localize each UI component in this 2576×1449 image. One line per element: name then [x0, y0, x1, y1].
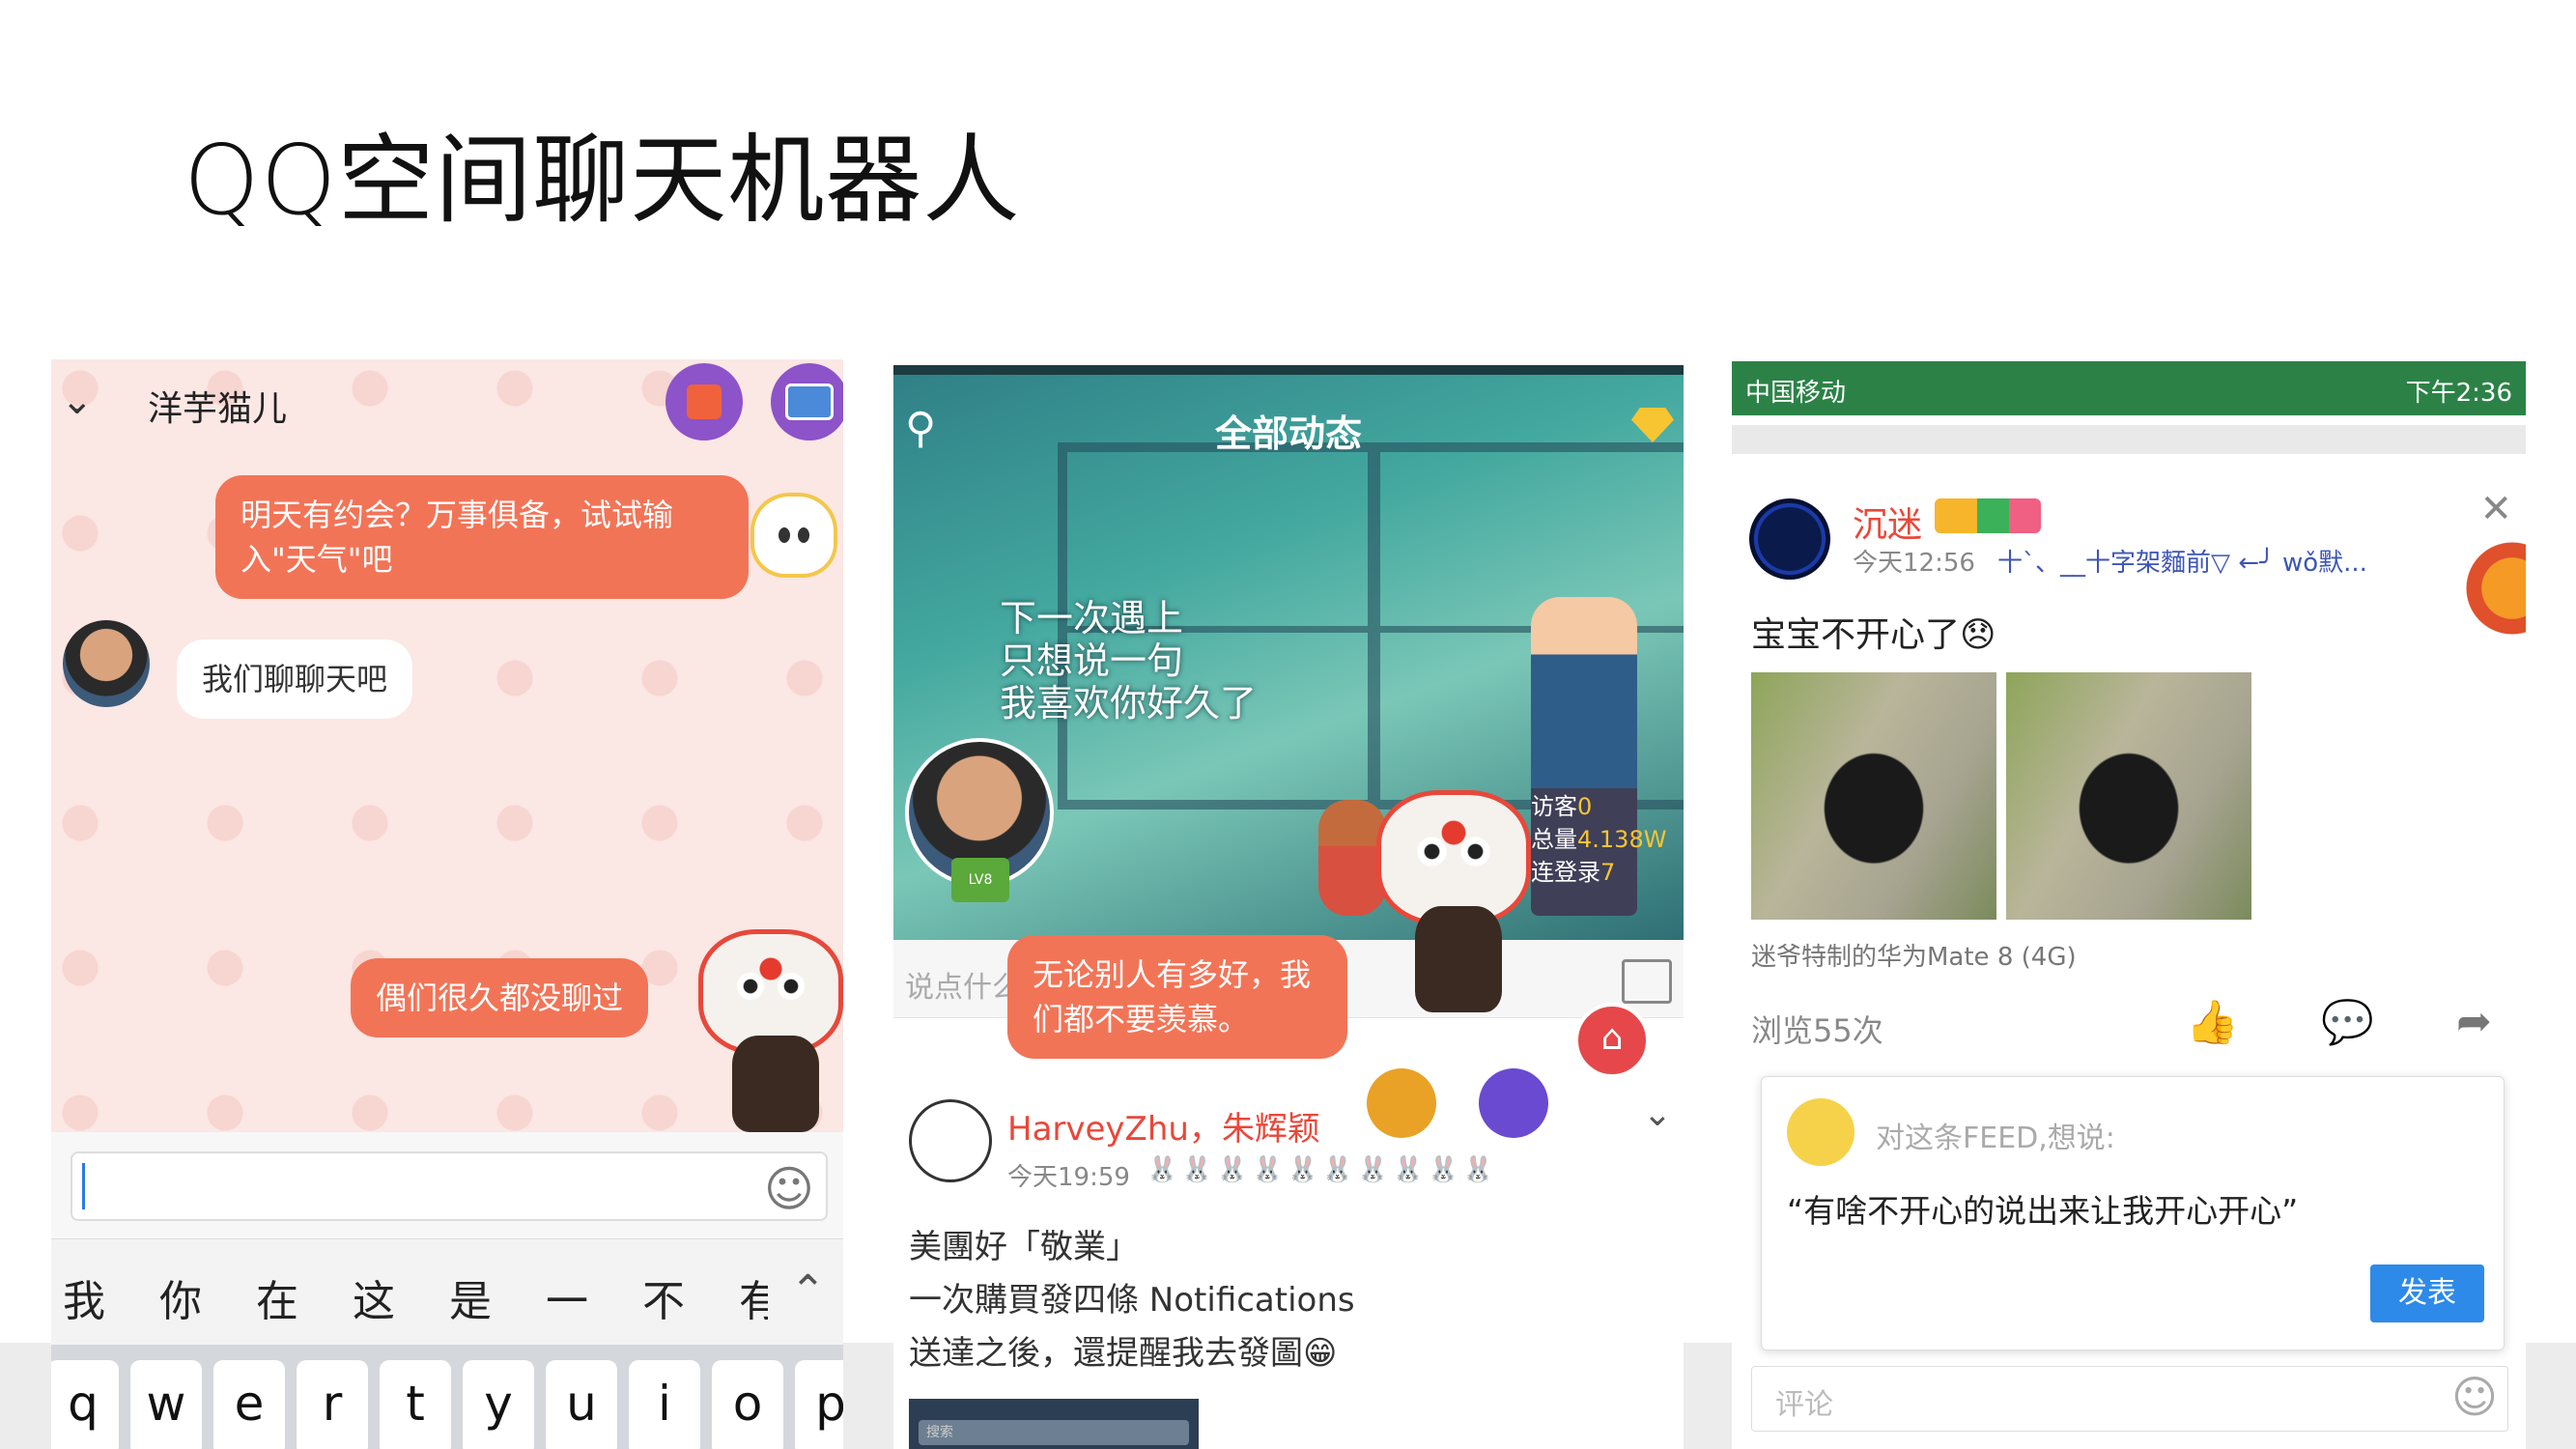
- camera-icon: [785, 384, 834, 420]
- post-photo[interactable]: [1751, 672, 1996, 920]
- camera-button[interactable]: [771, 363, 843, 440]
- page-title: 全部动态: [1214, 412, 1362, 455]
- post-photo[interactable]: [2006, 672, 2251, 920]
- cover-banner: ⚲ 全部动态 下一次遇上 只想说一句 我喜欢你好久了 访客0 总量4.138W …: [893, 365, 1684, 940]
- mascot-body: [732, 1036, 819, 1132]
- popup-suggestion[interactable]: “有啥不开心的说出来让我开心开心”: [1787, 1185, 2298, 1232]
- author-name[interactable]: 沉迷: [1853, 497, 1922, 547]
- status-bar: [893, 365, 1684, 375]
- key-p[interactable]: p: [795, 1360, 843, 1449]
- phone-chat-screen: ⌄ 洋芋猫儿 明天有约会？万事俱备，试试输入"天气"吧 我们聊聊天吧 偶们很久都…: [51, 359, 843, 1449]
- comment-input[interactable]: 评论 ☺: [1751, 1366, 2508, 1432]
- visitor-stats: 访客0 总量4.138W 连登录7: [1531, 793, 1667, 886]
- key-i[interactable]: i: [629, 1360, 700, 1449]
- feed-text-line: 送達之後，還提醒我去發圖😁: [909, 1334, 1338, 1373]
- decorative-leaf: [2458, 535, 2526, 641]
- contact-name: 洋芋猫儿: [148, 389, 288, 429]
- comment-icon[interactable]: 💬: [2321, 997, 2374, 1047]
- album-icon: [687, 384, 722, 419]
- key-q[interactable]: q: [51, 1360, 119, 1449]
- feed-time: 今天19:59: [1007, 1163, 1130, 1192]
- emoji-icon[interactable]: ☺: [2451, 1371, 2498, 1423]
- level-badge: LV8: [951, 858, 1009, 902]
- comment-placeholder: 评论: [1775, 1388, 1833, 1422]
- close-icon[interactable]: ✕: [2479, 487, 2512, 531]
- post-time: 今天12:56: [1853, 549, 1975, 578]
- key-y[interactable]: y: [463, 1360, 534, 1449]
- popup-placeholder: 对这条FEED,想说:: [1876, 1122, 2115, 1155]
- phone-feed-detail-screen: 中国移动 下午2:36 沉迷 ✕ 今天12:56 十`、__十字架麵前▽ ←╯ …: [1732, 361, 2526, 1449]
- chevron-down-icon[interactable]: ⌄: [1643, 1094, 1672, 1134]
- key-o[interactable]: o: [712, 1360, 783, 1449]
- image-icon[interactable]: [1622, 959, 1672, 1004]
- user-message-bubble: 我们聊聊天吧: [177, 639, 413, 719]
- candidate-bar: 我 你 在 这 是 一 不 有 ⌃: [51, 1238, 843, 1346]
- candidate-word[interactable]: 你: [159, 1266, 202, 1328]
- slide-title: QQ空间聊天机器人: [184, 124, 1021, 237]
- share-icon[interactable]: ➦: [2456, 997, 2492, 1046]
- user-avatar[interactable]: [63, 620, 150, 707]
- comment-popup: 对这条FEED,想说: “有啥不开心的说出来让我开心开心” 发表: [1761, 1076, 2505, 1350]
- bot-avatar-cat: [750, 493, 837, 578]
- text-caret: [82, 1163, 85, 1209]
- home-icon[interactable]: ⌂: [1574, 1003, 1650, 1078]
- album-button[interactable]: [665, 363, 743, 440]
- status-time: 下午2:36: [2405, 379, 2512, 408]
- bot-message-bubble: 无论别人有多好，我们都不要羡慕。: [1007, 935, 1347, 1059]
- bot-avatar: [1787, 1098, 1854, 1166]
- key-e[interactable]: e: [213, 1360, 285, 1449]
- input-bar: ☺: [51, 1132, 843, 1238]
- feed-text-line: 一次購買發四條 Notifications: [909, 1281, 1355, 1320]
- bot-message-bubble: 明天有约会？万事俱备，试试输入"天气"吧: [215, 475, 749, 599]
- feed-screenshot-thumbnail[interactable]: 搜索: [909, 1399, 1199, 1449]
- candidate-word[interactable]: 这: [353, 1266, 395, 1328]
- mascot-body: [1415, 906, 1502, 1012]
- bot-message-bubble-2: 偶们很久都没聊过: [351, 958, 649, 1037]
- candidate-word[interactable]: 有: [739, 1266, 768, 1328]
- chat-header: ⌄ 洋芋猫儿: [51, 359, 843, 442]
- thumbnail-search-bar: 搜索: [919, 1420, 1189, 1445]
- key-u[interactable]: u: [546, 1360, 617, 1449]
- like-icon[interactable]: 👍: [2186, 997, 2239, 1047]
- author-signature: 十`、__十字架麵前▽ ←╯ wǒ默...: [1997, 549, 2367, 578]
- candidate-word[interactable]: 一: [546, 1266, 588, 1328]
- key-r[interactable]: r: [297, 1360, 368, 1449]
- feed-text-line: 美團好「敬業」: [909, 1228, 1139, 1266]
- phone-feed-screen: ⚲ 全部动态 下一次遇上 只想说一句 我喜欢你好久了 访客0 总量4.138W …: [893, 365, 1684, 1449]
- candidate-word[interactable]: 是: [449, 1266, 492, 1328]
- chevron-up-icon[interactable]: ⌃: [790, 1266, 826, 1316]
- gift-ball-icon: [1367, 1068, 1436, 1138]
- feed-author-name[interactable]: HarveyZhu，朱辉颖: [1007, 1102, 1320, 1150]
- status-bar: 中国移动 下午2:36: [1732, 361, 2526, 415]
- toolbar-strip: [1732, 425, 2526, 454]
- chevron-down-icon[interactable]: ⌄: [61, 379, 94, 423]
- carrier-label: 中国移动: [1745, 379, 1847, 408]
- candidate-word[interactable]: 我: [63, 1266, 105, 1328]
- author-avatar[interactable]: [1749, 498, 1830, 580]
- banner-quote: 下一次遇上 只想说一句 我喜欢你好久了: [1000, 597, 1258, 724]
- candidate-word[interactable]: 在: [256, 1266, 298, 1328]
- key-w[interactable]: w: [130, 1360, 202, 1449]
- post-text: 宝宝不开心了😞: [1751, 615, 1996, 655]
- lion-dance-mascot: [1376, 790, 1531, 925]
- feed-avatar[interactable]: [909, 1099, 992, 1182]
- device-label: 迷爷特制的华为Mate 8 (4G): [1751, 943, 2077, 972]
- emoji-ball-icon: [1479, 1068, 1548, 1138]
- candidate-word[interactable]: 不: [642, 1266, 685, 1328]
- message-input[interactable]: ☺: [71, 1151, 828, 1221]
- emoji-icon[interactable]: ☺: [764, 1161, 814, 1217]
- keyboard: q w e r t y u i o p: [51, 1345, 843, 1449]
- post-placeholder: 说点什么: [905, 971, 1021, 1005]
- send-button[interactable]: 发表: [2370, 1264, 2484, 1322]
- key-t[interactable]: t: [380, 1360, 451, 1449]
- vip-badge-icon: [1935, 498, 2041, 533]
- rabbit-emoji-row: 🐰🐰🐰🐰🐰🐰🐰🐰🐰🐰: [1146, 1155, 1498, 1184]
- view-count: 浏览55次: [1751, 1012, 1883, 1049]
